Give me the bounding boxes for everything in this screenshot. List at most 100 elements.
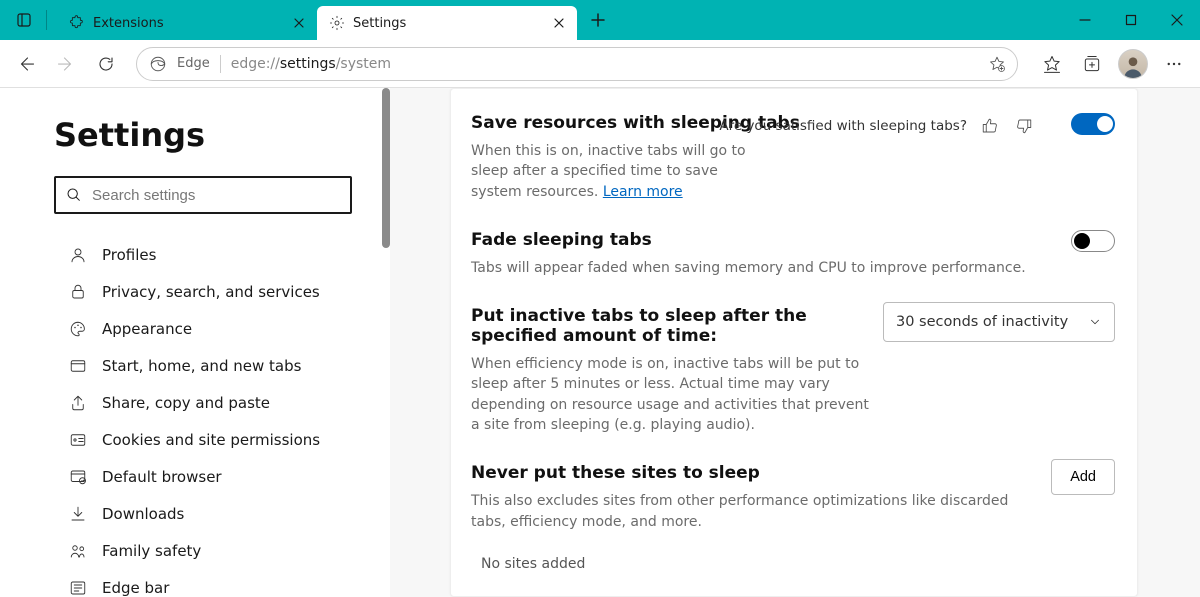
tab-label: Settings [353, 16, 541, 31]
thumbs-down-button[interactable] [1013, 115, 1035, 137]
collections-button[interactable] [1074, 46, 1110, 82]
nav-label: Family safety [102, 542, 201, 560]
nav-start[interactable]: Start, home, and new tabs [54, 347, 370, 384]
window-controls [1062, 0, 1200, 40]
setting-fade-tabs: Fade sleeping tabs Tabs will appear fade… [471, 230, 1115, 278]
nav-label: Default browser [102, 468, 222, 486]
settings-panel: Save resources with sleeping tabs When t… [450, 88, 1138, 597]
sidebar-inner: Settings Profiles Privacy, search, and s… [0, 88, 390, 597]
nav-label: Appearance [102, 320, 192, 338]
nav-label: Privacy, search, and services [102, 283, 320, 301]
page-body: Settings Profiles Privacy, search, and s… [0, 88, 1200, 597]
tab-actions [0, 0, 55, 40]
news-icon [68, 578, 88, 597]
search-input[interactable] [92, 187, 340, 204]
tab-actions-button[interactable] [8, 4, 40, 36]
settings-sidebar: Settings Profiles Privacy, search, and s… [0, 88, 390, 597]
select-value: 30 seconds of inactivity [896, 314, 1068, 330]
download-icon [68, 504, 88, 524]
profile-avatar[interactable] [1118, 49, 1148, 79]
divider [46, 10, 47, 30]
nav-edge-bar[interactable]: Edge bar [54, 569, 370, 597]
settings-search[interactable] [54, 176, 352, 214]
setting-title: Put inactive tabs to sleep after the spe… [471, 306, 881, 346]
sleep-timeout-select[interactable]: 30 seconds of inactivity [883, 302, 1115, 342]
content-area: Save resources with sleeping tabs When t… [390, 88, 1200, 597]
nav-share[interactable]: Share, copy and paste [54, 384, 370, 421]
window-icon [68, 356, 88, 376]
nav-label: Downloads [102, 505, 184, 523]
nav-label: Start, home, and new tabs [102, 357, 301, 375]
share-icon [68, 393, 88, 413]
title-bar: Extensions Settings [0, 0, 1200, 40]
chevron-down-icon [1088, 315, 1102, 329]
nav-family[interactable]: Family safety [54, 532, 370, 569]
sleeping-tabs-toggle[interactable] [1071, 113, 1115, 135]
setting-description: When efficiency mode is on, inactive tab… [471, 354, 881, 435]
minimize-button[interactable] [1062, 0, 1108, 40]
gear-icon [329, 15, 345, 31]
new-tab-button[interactable] [583, 5, 613, 35]
tab-settings[interactable]: Settings [317, 6, 577, 40]
nav-label: Profiles [102, 246, 156, 264]
family-icon [68, 541, 88, 561]
palette-icon [68, 319, 88, 339]
nav-appearance[interactable]: Appearance [54, 310, 370, 347]
close-icon[interactable] [289, 13, 309, 33]
nav-label: Edge bar [102, 579, 169, 597]
add-site-button[interactable]: Add [1051, 459, 1115, 495]
site-identity: Edge [177, 56, 210, 71]
forward-button[interactable] [48, 46, 84, 82]
empty-list-note: No sites added [471, 556, 1115, 572]
toolbar: Edge edge://settings/system [0, 40, 1200, 88]
nav-label: Share, copy and paste [102, 394, 270, 412]
setting-description: Tabs will appear faded when saving memor… [471, 258, 1031, 278]
nav-privacy[interactable]: Privacy, search, and services [54, 273, 370, 310]
setting-description: When this is on, inactive tabs will go t… [471, 141, 771, 202]
close-icon[interactable] [549, 13, 569, 33]
scrollbar-thumb[interactable] [382, 88, 390, 248]
toolbar-right [1034, 46, 1192, 82]
url-path: /system [336, 56, 391, 72]
refresh-button[interactable] [88, 46, 124, 82]
nav-downloads[interactable]: Downloads [54, 495, 370, 532]
lock-icon [68, 282, 88, 302]
nav-cookies[interactable]: Cookies and site permissions [54, 421, 370, 458]
sidebar-scrollbar[interactable] [382, 88, 390, 597]
puzzle-icon [69, 15, 85, 31]
setting-sleep-timeout: Put inactive tabs to sleep after the spe… [471, 306, 1115, 435]
feedback-row: Are you satisfied with sleeping tabs? [719, 115, 1035, 137]
setting-sleeping-tabs: Save resources with sleeping tabs When t… [471, 113, 1115, 202]
nav-default-browser[interactable]: Default browser [54, 458, 370, 495]
divider [220, 55, 221, 73]
url-scheme: edge:// [231, 56, 280, 72]
back-button[interactable] [8, 46, 44, 82]
tab-label: Extensions [93, 16, 281, 31]
browser-icon [68, 467, 88, 487]
search-icon [66, 187, 82, 203]
setting-never-sleep: Never put these sites to sleep This also… [471, 463, 1115, 572]
learn-more-link[interactable]: Learn more [603, 184, 683, 200]
setting-title: Fade sleeping tabs [471, 230, 1115, 250]
feedback-prompt: Are you satisfied with sleeping tabs? [719, 118, 967, 134]
close-window-button[interactable] [1154, 0, 1200, 40]
more-menu-button[interactable] [1156, 46, 1192, 82]
cookie-icon [68, 430, 88, 450]
address-bar[interactable]: Edge edge://settings/system [136, 47, 1018, 81]
fade-tabs-toggle[interactable] [1071, 230, 1115, 252]
nav-profiles[interactable]: Profiles [54, 236, 370, 273]
setting-description: This also excludes sites from other perf… [471, 491, 1031, 532]
settings-nav: Profiles Privacy, search, and services A… [54, 236, 370, 597]
maximize-button[interactable] [1108, 0, 1154, 40]
profile-icon [68, 245, 88, 265]
edge-icon [149, 55, 167, 73]
nav-label: Cookies and site permissions [102, 431, 320, 449]
page-title: Settings [54, 116, 370, 154]
tab-strip: Extensions Settings [57, 0, 613, 40]
url-host: settings [280, 56, 336, 72]
setting-title: Never put these sites to sleep [471, 463, 1115, 483]
thumbs-up-button[interactable] [979, 115, 1001, 137]
favorites-button[interactable] [1034, 46, 1070, 82]
favorite-star-button[interactable] [983, 50, 1011, 78]
tab-extensions[interactable]: Extensions [57, 6, 317, 40]
